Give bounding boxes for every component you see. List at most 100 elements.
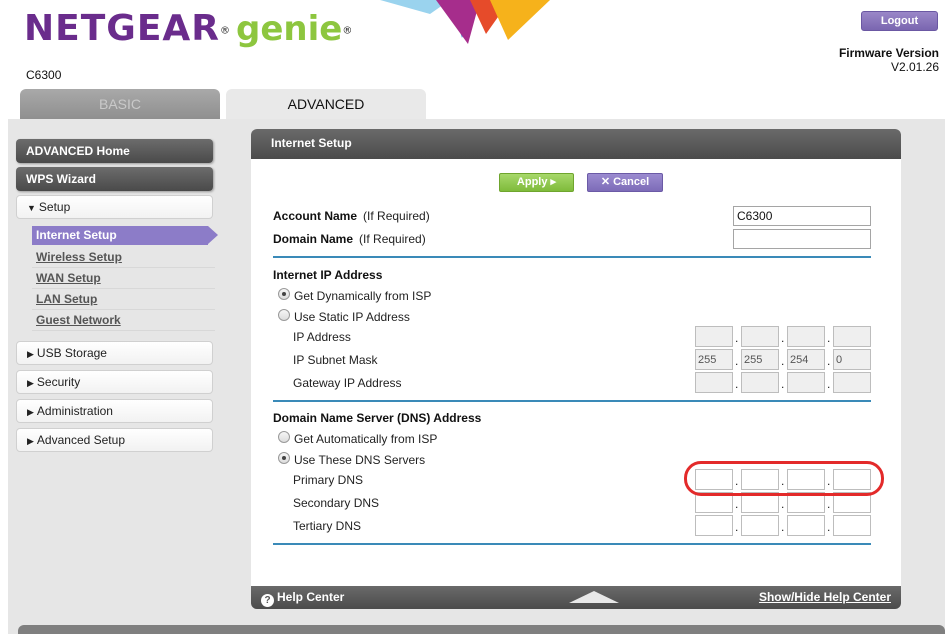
account-name-text: Account Name [273,209,358,223]
sidebar-subitem-wan-setup[interactable]: WAN Setup [32,268,215,289]
show-hide-help-link[interactable]: Show/Hide Help Center [759,586,891,609]
close-icon: ✕ [600,176,611,188]
sidebar-subitem-internet-setup[interactable]: Internet Setup [32,226,208,245]
bottom-bar [18,625,945,634]
ip-dot: . [781,520,785,534]
dns-section-title: Domain Name Server (DNS) Address [273,411,482,425]
section-divider [273,256,871,258]
option-static-label: Use Static IP Address [294,310,410,324]
panel-footer: ? Help Center Show/Hide Help Center [251,586,901,609]
apply-button[interactable]: Apply ▸ [499,173,574,192]
option-manual-label: Use These DNS Servers [294,453,426,467]
brand-trademark: ® [220,25,230,37]
ip-dot: . [735,377,739,391]
radio-dns-automatic[interactable] [278,431,290,443]
chevron-right-icon: ▶ [27,436,34,446]
sidebar-item-wps-wizard[interactable]: WPS Wizard [16,167,213,191]
ip-dot: . [827,520,831,534]
secondary-dns-label: Secondary DNS [293,496,380,510]
product-trademark: ® [342,25,353,37]
ip-dot: . [827,354,831,368]
sidebar-subitem-lan-setup[interactable]: LAN Setup [32,289,215,310]
expand-arrow-icon[interactable] [569,591,619,603]
ip-dot: . [781,331,785,345]
chevron-right-icon: ▶ [27,349,34,359]
mask-octet-2[interactable] [741,349,779,370]
sidebar-item-label: Administration [36,404,113,418]
account-name-hint: (If Required) [363,209,430,223]
option-dynamic-label: Get Dynamically from ISP [294,289,432,303]
ip-section-title: Internet IP Address [273,268,383,282]
ip-octet-1[interactable] [695,326,733,347]
netgear-genie-logo: NETGEAR® genie® [24,8,352,49]
product-name: genie [236,9,343,49]
gateway-octet-4[interactable] [833,372,871,393]
radio-dns-manual[interactable] [278,452,290,464]
router-admin-page: { "header": { "brand": "NETGEAR", "brand… [0,0,945,634]
sidebar-item-security[interactable]: ▶ Security [16,370,213,394]
sidebar-item-advanced-setup[interactable]: ▶ Advanced Setup [16,428,213,452]
ip-dot: . [735,354,739,368]
tertiary-dns-octet-1[interactable] [695,515,733,536]
sidebar-item-label: Security [36,375,81,389]
ip-dot: . [827,377,831,391]
mask-octet-3[interactable] [787,349,825,370]
firmware-value: V2.01.26 [890,60,939,74]
domain-name-input[interactable] [733,229,871,249]
tertiary-dns-octet-3[interactable] [787,515,825,536]
ip-dot: . [781,377,785,391]
gateway-octet-2[interactable] [741,372,779,393]
firmware-label: Firmware Version [838,46,939,60]
sidebar-item-setup[interactable]: ▼ Setup [16,195,213,219]
help-icon: ? [261,594,274,607]
ip-octet-4[interactable] [833,326,871,347]
primary-dns-highlight [684,461,884,496]
ip-octet-3[interactable] [787,326,825,347]
sidebar-item-administration[interactable]: ▶ Administration [16,399,213,423]
ip-dot: . [827,497,831,511]
active-pointer-icon [208,226,218,244]
mask-octet-1[interactable] [695,349,733,370]
sidebar-item-advanced-home[interactable]: ADVANCED Home [16,139,213,163]
option-auto-label: Get Automatically from ISP [294,432,438,446]
ip-dot: . [781,354,785,368]
chevron-right-icon: ▶ [27,378,34,388]
mask-octet-4[interactable] [833,349,871,370]
chevron-right-icon: ▶ [27,407,34,417]
domain-name-hint: (If Required) [359,232,426,246]
gateway-octet-1[interactable] [695,372,733,393]
sidebar-item-usb-storage[interactable]: ▶ USB Storage [16,341,213,365]
cancel-button[interactable]: ✕ Cancel [587,173,663,192]
help-center-label: Help Center [277,590,345,604]
model-name: C6300 [26,68,62,82]
ip-address-label: IP Address [293,330,351,344]
section-divider [273,543,871,545]
sidebar-subitem-wireless-setup[interactable]: Wireless Setup [32,247,215,268]
cancel-label: Cancel [613,176,650,188]
gateway-octet-3[interactable] [787,372,825,393]
firmware-version: Firmware Version V2.01.26 [839,46,939,74]
ip-dot: . [735,520,739,534]
gateway-label: Gateway IP Address [293,376,402,390]
tertiary-dns-octet-2[interactable] [741,515,779,536]
sidebar-item-label: Setup [38,200,71,214]
account-name-input[interactable] [733,206,871,226]
ip-octet-2[interactable] [741,326,779,347]
decorative-shapes-icon [380,0,550,44]
ip-dot: . [735,497,739,511]
help-center-link[interactable]: ? Help Center [261,586,344,609]
ip-dot: . [735,331,739,345]
internet-setup-panel: Internet Setup Apply ▸ ✕ Cancel Account … [251,129,901,609]
tab-advanced[interactable]: ADVANCED [226,89,426,120]
chevron-down-icon: ▼ [27,203,36,213]
tertiary-dns-octet-4[interactable] [833,515,871,536]
tab-basic[interactable]: BASIC [20,89,220,120]
primary-dns-label: Primary DNS [293,473,364,487]
account-name-label: Account Name (If Required) [273,209,430,223]
radio-get-dynamically[interactable] [278,288,290,300]
section-divider [273,400,871,402]
radio-static-ip[interactable] [278,309,290,321]
logout-button[interactable]: Logout [861,11,938,31]
sidebar-subitem-guest-network[interactable]: Guest Network [32,310,215,331]
tertiary-dns-label: Tertiary DNS [293,519,362,533]
